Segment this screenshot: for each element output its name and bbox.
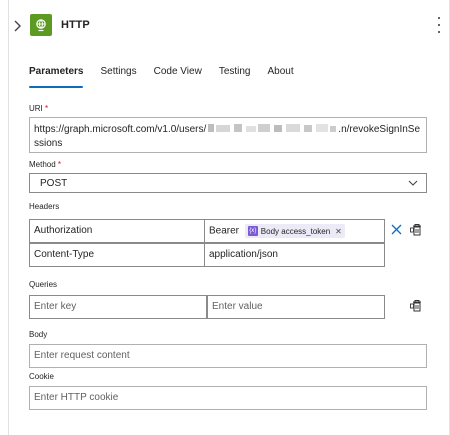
- body-input[interactable]: Enter request content: [29, 344, 427, 368]
- uri-input[interactable]: https://graph.microsoft.com/v1.0/users/ …: [29, 117, 427, 153]
- redacted-area: [208, 124, 337, 132]
- method-value: POST: [40, 178, 68, 189]
- header-value-authorization[interactable]: Bearer {x} Body access_token ✕: [204, 219, 385, 243]
- action-header: HTTP: [0, 0, 450, 52]
- body-label: Body: [29, 330, 48, 339]
- header-key-authorization[interactable]: Authorization: [29, 219, 205, 243]
- expression-icon: {x}: [247, 226, 258, 236]
- globe-icon: [30, 14, 52, 36]
- header-key-content-type[interactable]: Content-Type: [29, 243, 205, 267]
- close-icon[interactable]: [389, 222, 403, 236]
- cookie-label: Cookie: [29, 372, 54, 381]
- tab-code-view[interactable]: Code View: [154, 66, 202, 88]
- headers-label: Headers: [29, 202, 60, 211]
- action-title: HTTP: [61, 19, 90, 31]
- tab-parameters[interactable]: Parameters: [29, 66, 84, 88]
- uri-value-start: https://graph.microsoft.com/v1.0/users/: [34, 124, 207, 135]
- dynamic-content-token[interactable]: {x} Body access_token ✕: [244, 224, 345, 238]
- more-vertical-icon[interactable]: [436, 17, 442, 33]
- delete-row-icon[interactable]: [409, 222, 423, 236]
- tab-settings[interactable]: Settings: [100, 66, 136, 88]
- chevron-right-icon[interactable]: [13, 20, 23, 34]
- tab-about[interactable]: About: [268, 66, 294, 88]
- uri-label: URI *: [29, 104, 49, 113]
- method-select[interactable]: POST: [29, 173, 427, 193]
- tab-bar: Parameters Settings Code View Testing Ab…: [29, 66, 311, 92]
- tab-testing[interactable]: Testing: [219, 66, 251, 88]
- queries-label: Queries: [29, 280, 58, 289]
- chevron-down-icon: [408, 178, 418, 188]
- query-value-input[interactable]: Enter value: [207, 295, 385, 319]
- cookie-input[interactable]: Enter HTTP cookie: [29, 386, 427, 410]
- token-remove-icon[interactable]: ✕: [335, 227, 342, 236]
- method-label: Method *: [29, 160, 62, 169]
- header-value-content-type[interactable]: application/json: [204, 243, 385, 267]
- delete-row-icon[interactable]: [409, 298, 423, 312]
- query-key-input[interactable]: Enter key: [29, 295, 207, 319]
